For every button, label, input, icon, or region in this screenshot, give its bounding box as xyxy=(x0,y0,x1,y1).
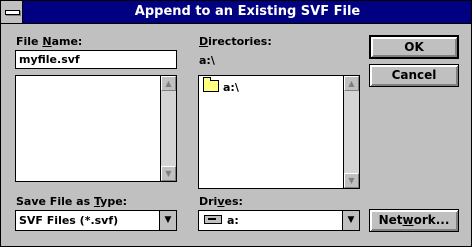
drive-icon xyxy=(204,215,222,224)
system-menu-button[interactable] xyxy=(1,1,23,23)
title-bar: Append to an Existing SVF File xyxy=(1,1,471,24)
system-menu-icon xyxy=(5,10,20,15)
file-name-value: myfile.svf xyxy=(19,53,80,66)
scroll-down-icon[interactable]: ▼ xyxy=(344,173,359,188)
file-name-label: File Name: xyxy=(16,35,83,48)
directory-list[interactable]: a:\ ▲ ▼ xyxy=(198,75,360,189)
open-folder-icon xyxy=(203,77,219,92)
drives-select[interactable]: a: ▼ xyxy=(198,210,360,231)
file-name-input[interactable]: myfile.svf xyxy=(15,50,177,69)
directories-label: Directories: xyxy=(199,35,272,48)
drive-value: a: xyxy=(227,214,239,227)
scroll-up-icon[interactable]: ▲ xyxy=(344,76,359,91)
scroll-up-icon[interactable]: ▲ xyxy=(161,76,176,91)
directory-list-scrollbar[interactable]: ▲ ▼ xyxy=(343,76,359,188)
ok-button[interactable]: OK xyxy=(369,35,459,59)
network-button[interactable]: Network... xyxy=(369,209,459,232)
save-type-select[interactable]: SVF Files (*.svf) ▼ xyxy=(15,210,177,231)
save-type-label: Save File as Type: xyxy=(16,195,128,208)
chevron-down-icon[interactable]: ▼ xyxy=(342,211,359,230)
current-directory: a:\ xyxy=(199,54,215,67)
file-list[interactable]: ▲ ▼ xyxy=(15,75,177,182)
window-title: Append to an Existing SVF File xyxy=(134,4,361,19)
file-list-scrollbar[interactable]: ▲ ▼ xyxy=(160,76,176,181)
drives-label: Drives: xyxy=(199,195,243,208)
directory-item[interactable]: a:\ xyxy=(203,77,239,94)
save-type-value: SVF Files (*.svf) xyxy=(19,214,119,227)
chevron-down-icon[interactable]: ▼ xyxy=(159,211,176,230)
append-svf-dialog: Append to an Existing SVF File File Name… xyxy=(0,0,472,247)
cancel-button[interactable]: Cancel xyxy=(369,64,459,87)
scroll-down-icon[interactable]: ▼ xyxy=(161,166,176,181)
